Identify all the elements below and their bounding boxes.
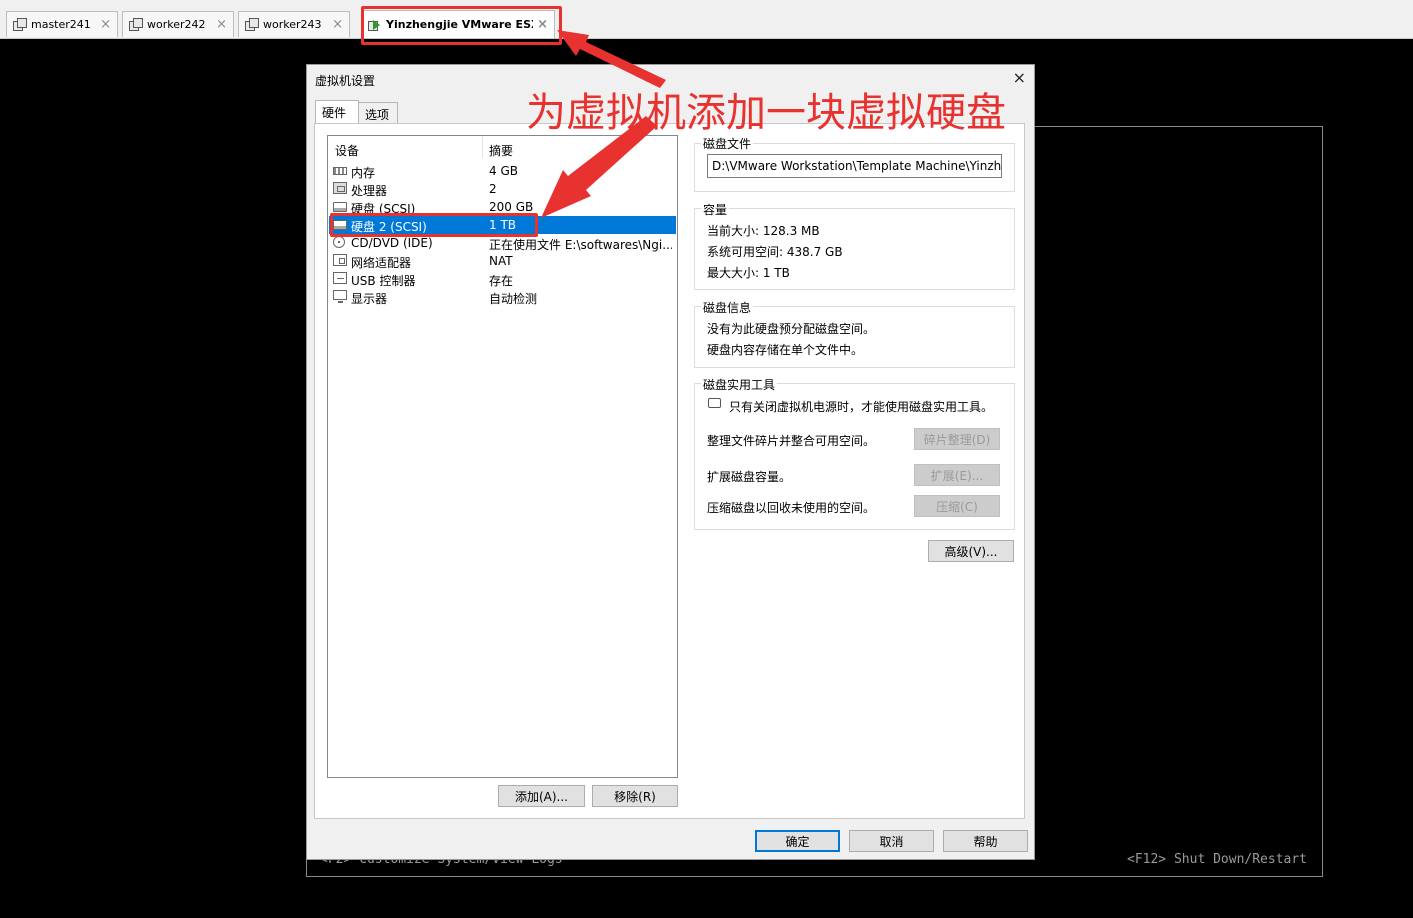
add-device-button[interactable]: 添加(A)...	[498, 785, 585, 807]
cancel-button[interactable]: 取消	[849, 830, 934, 852]
device-row-display[interactable]: 显示器 自动检测	[329, 288, 676, 306]
tab-label: worker243	[263, 18, 322, 31]
console-hint-right: <F12> Shut Down/Restart	[1127, 852, 1308, 867]
dialog-title: 虚拟机设置	[315, 74, 376, 88]
defrag-text: 整理文件碎片并整合可用空间。	[707, 434, 876, 448]
device-summary: 4 GB	[489, 164, 518, 178]
tab-master241[interactable]: master241 ×	[6, 11, 118, 37]
vm-icon	[129, 18, 143, 31]
current-size-text: 当前大小: 128.3 MB	[707, 224, 820, 238]
device-summary: 存在	[489, 274, 514, 288]
info-note-icon	[708, 398, 721, 408]
device-name: 网络适配器	[351, 256, 412, 270]
annotation-highlight-tab	[361, 6, 562, 45]
defragment-button[interactable]: 碎片整理(D)	[914, 428, 1000, 450]
tab-bar: master241 × worker242 × worker243 × Yinz…	[0, 0, 1413, 39]
annotation-text: 为虚拟机添加一块虚拟硬盘	[526, 90, 1006, 136]
column-divider	[482, 136, 483, 158]
tab-options[interactable]: 选项	[358, 102, 398, 124]
tab-label: worker242	[147, 18, 206, 31]
device-row-network-adapter[interactable]: 网络适配器 NAT	[329, 252, 676, 270]
remove-device-button[interactable]: 移除(R)	[592, 785, 678, 807]
close-icon[interactable]: ×	[100, 17, 111, 32]
annotation-highlight-disk	[330, 213, 538, 237]
expand-text: 扩展磁盘容量。	[707, 470, 792, 484]
device-summary: 200 GB	[489, 200, 534, 214]
tab-label: master241	[31, 18, 91, 31]
column-header-device[interactable]: 设备	[335, 142, 359, 159]
device-row-processor[interactable]: 处理器 2	[329, 180, 676, 198]
tab-worker242[interactable]: worker242 ×	[122, 11, 234, 37]
close-icon[interactable]: ×	[332, 17, 343, 32]
device-name: 显示器	[351, 292, 388, 306]
column-header-summary[interactable]: 摘要	[489, 142, 513, 159]
hard-disk-icon	[333, 202, 347, 212]
device-row-usb-controller[interactable]: USB 控制器 存在	[329, 270, 676, 288]
cd-dvd-icon	[333, 236, 345, 248]
cpu-icon	[333, 182, 347, 194]
device-summary: 正在使用文件 E:\softwares\Ngi...	[489, 238, 672, 252]
device-name: CD/DVD (IDE)	[351, 236, 433, 250]
display-icon	[333, 290, 347, 303]
disk-info-label: 磁盘信息	[701, 299, 754, 316]
close-icon[interactable]: ×	[1013, 68, 1026, 87]
available-space-text: 系统可用空间: 438.7 GB	[707, 245, 843, 259]
utilities-note: 只有关闭虚拟机电源时，才能使用磁盘实用工具。	[729, 400, 994, 414]
close-icon[interactable]: ×	[216, 17, 227, 32]
vm-settings-dialog: 虚拟机设置 × 硬件 选项 设备 摘要 内存 4 GB 处理器 2 硬盘 (SC…	[306, 64, 1035, 860]
max-size-text: 最大大小: 1 TB	[707, 266, 790, 280]
disk-info-line-2: 硬盘内容存储在单个文件中。	[707, 343, 864, 357]
advanced-button[interactable]: 高级(V)...	[928, 540, 1014, 562]
usb-controller-icon	[333, 272, 347, 284]
tab-hardware[interactable]: 硬件	[315, 100, 359, 125]
device-summary: 2	[489, 182, 497, 196]
device-summary: 自动检测	[489, 292, 538, 306]
capacity-label: 容量	[701, 201, 730, 218]
tab-worker243[interactable]: worker243 ×	[238, 11, 350, 37]
memory-icon	[333, 167, 347, 175]
device-name: USB 控制器	[351, 274, 416, 288]
compact-button[interactable]: 压缩(C)	[914, 495, 1000, 517]
expand-button[interactable]: 扩展(E)...	[914, 464, 1000, 486]
network-adapter-icon	[333, 254, 347, 266]
device-summary: NAT	[489, 254, 513, 268]
compact-text: 压缩磁盘以回收未使用的空间。	[707, 501, 876, 515]
ok-button[interactable]: 确定	[755, 830, 840, 852]
vm-icon	[13, 18, 27, 31]
disk-file-path-field[interactable]: D:\VMware Workstation\Template Machine\Y…	[707, 154, 1002, 178]
device-row-memory[interactable]: 内存 4 GB	[329, 162, 676, 180]
disk-utilities-label: 磁盘实用工具	[701, 376, 778, 393]
vm-icon	[245, 18, 259, 31]
device-name: 内存	[351, 166, 376, 180]
disk-info-line-1: 没有为此硬盘预分配磁盘空间。	[707, 322, 876, 336]
device-name: 处理器	[351, 184, 388, 198]
help-button[interactable]: 帮助	[943, 830, 1028, 852]
